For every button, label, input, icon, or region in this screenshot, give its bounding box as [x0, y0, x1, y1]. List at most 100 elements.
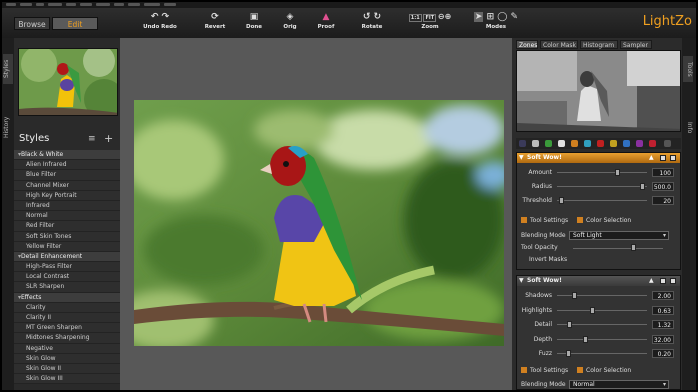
style-list-item[interactable]: Alien Infrared	[14, 160, 120, 171]
slider-knob[interactable]	[558, 197, 564, 204]
zoom-fit-button[interactable]: FIT	[423, 14, 437, 22]
style-list-item[interactable]: Red Filter	[14, 221, 120, 232]
styles-side-tab[interactable]: Styles	[3, 54, 13, 84]
slider-value-field[interactable]: 100	[652, 168, 674, 177]
slider-knob[interactable]	[565, 350, 571, 357]
tool1-invert-masks[interactable]: Invert Masks	[529, 256, 567, 263]
style-list-item[interactable]: Blue Filter	[14, 170, 120, 181]
color-balance-icon[interactable]	[571, 140, 578, 147]
tool1-tab-settings[interactable]: Tool Settings	[521, 217, 568, 224]
tool2-collapse-icon[interactable]: ▼	[519, 276, 524, 286]
zoom-1to1-button[interactable]: 1:1	[408, 14, 422, 22]
tool1-enable-icon[interactable]: ▲	[649, 153, 654, 163]
slider-track[interactable]	[557, 186, 647, 187]
browse-mode-button[interactable]: Browse	[14, 17, 50, 30]
style-list-item[interactable]: Skin Glow	[14, 353, 120, 364]
slider-track[interactable]	[557, 338, 647, 340]
zoom-out-icon[interactable]: ⊖	[438, 12, 445, 21]
style-list-item[interactable]: Skin Glow II	[14, 363, 120, 375]
slider-knob[interactable]	[640, 183, 646, 190]
slider-knob[interactable]	[615, 169, 621, 176]
slider-track[interactable]	[557, 295, 647, 296]
style-list-item[interactable]: Clarity II	[14, 313, 120, 324]
slider-value-field[interactable]: 32.00	[652, 334, 674, 344]
revert-button[interactable]: ⟳ Revert	[200, 12, 230, 30]
slider-value-field[interactable]: 1.32	[652, 320, 674, 329]
style-list-item[interactable]: Infrared	[14, 200, 120, 212]
tab-sampler[interactable]: Sampler	[620, 40, 652, 49]
tool1-header[interactable]: Soft Wow! ▼ ▲	[517, 153, 680, 163]
tool2-mask-checkbox[interactable]	[670, 278, 676, 284]
tool2-tab-color[interactable]: Color Selection	[577, 367, 631, 374]
blur-icon[interactable]	[623, 140, 630, 147]
image-canvas[interactable]	[120, 38, 512, 390]
tool1-opacity-track[interactable]	[573, 248, 663, 249]
tool1-enable-checkbox[interactable]	[660, 155, 666, 161]
style-list-item[interactable]: Channel Mixer	[14, 180, 120, 191]
tone-mapper-icon[interactable]	[532, 140, 539, 147]
zoom-control[interactable]: 1:1 FIT ⊖⊕ Zoom	[404, 12, 456, 30]
slider-value-field[interactable]: 500.0	[652, 182, 674, 191]
style-list-item[interactable]: Yellow Filter	[14, 241, 120, 252]
zone-mapper-icon[interactable]	[519, 140, 526, 147]
red-eye-icon[interactable]	[649, 140, 656, 147]
white-balance-icon[interactable]	[597, 140, 604, 147]
tool1-blending-select[interactable]: Soft Light	[569, 231, 669, 240]
style-list-item[interactable]: SLR Sharpen	[14, 282, 120, 293]
style-list-item[interactable]: MT Green Sharpen	[14, 323, 120, 334]
arrow-mode-icon[interactable]: ➤	[473, 12, 484, 22]
slider-knob[interactable]	[589, 306, 595, 314]
proof-button[interactable]: ▲ Proof	[314, 12, 338, 30]
slider-track[interactable]	[557, 172, 647, 173]
zoom-in-icon[interactable]: ⊕	[445, 12, 452, 21]
tool2-enable-checkbox[interactable]	[660, 278, 666, 284]
tab-zones[interactable]: Zones	[516, 40, 538, 49]
tool2-header[interactable]: Soft Wow! ▼ ▲	[517, 276, 680, 286]
list-view-icon[interactable]: ≡	[88, 134, 96, 144]
tool1-opacity-knob[interactable]	[631, 244, 636, 251]
slider-track[interactable]	[557, 200, 647, 201]
slider-value-field[interactable]: 2.00	[652, 291, 674, 300]
tools-side-tab[interactable]: Tools	[683, 56, 693, 82]
style-list-item[interactable]: Normal	[14, 211, 120, 222]
style-list-item[interactable]: Midtones Sharpening	[14, 333, 120, 344]
style-list-item[interactable]: High-Pass Filter	[14, 262, 120, 273]
channel-mixer-icon[interactable]	[610, 140, 617, 147]
slider-knob[interactable]	[572, 292, 578, 299]
undo-redo-button[interactable]: ↶ ↷ Undo Redo	[142, 12, 178, 30]
add-style-icon[interactable]: +	[104, 132, 113, 145]
noise-icon[interactable]	[636, 140, 643, 147]
info-side-tab[interactable]: Info	[683, 118, 693, 138]
style-category-header[interactable]: Black & White	[14, 150, 120, 161]
hue-saturation-icon[interactable]	[584, 140, 591, 147]
style-list-item[interactable]: High Key Portrait	[14, 190, 120, 201]
crop-mode-icon[interactable]: ⊞	[487, 12, 495, 22]
style-list-item[interactable]: Skin Glow III	[14, 374, 120, 385]
slider-knob[interactable]	[567, 321, 573, 328]
tool2-enable-icon[interactable]: ▲	[649, 276, 654, 286]
edit-mode-button[interactable]: Edit	[52, 17, 98, 30]
slider-knob[interactable]	[582, 335, 588, 343]
style-list-item[interactable]: Clarity	[14, 302, 120, 313]
tab-histogram[interactable]: Histogram	[580, 40, 618, 49]
done-button[interactable]: ▣ Done	[242, 12, 266, 30]
style-category-header[interactable]: Effects	[14, 292, 120, 303]
tool1-collapse-icon[interactable]: ▼	[519, 153, 524, 163]
rotate-button[interactable]: ↺ ↻ Rotate	[358, 12, 386, 30]
history-side-tab[interactable]: History	[3, 112, 13, 142]
tool1-mask-checkbox[interactable]	[670, 155, 676, 161]
style-list-item[interactable]: Local Contrast	[14, 272, 120, 283]
tool1-tab-color[interactable]: Color Selection	[577, 217, 631, 224]
sharpen-icon[interactable]	[558, 140, 565, 147]
orig-button[interactable]: ◈ Orig	[278, 12, 302, 30]
tool2-blending-select[interactable]: Normal	[569, 380, 669, 389]
region-mode-icon[interactable]: ◯	[497, 12, 507, 22]
spot-mode-icon[interactable]: ✎	[511, 12, 519, 22]
slider-value-field[interactable]: 0.63	[652, 305, 674, 315]
style-list-item[interactable]: Negative	[14, 343, 120, 354]
delete-tool-icon[interactable]	[664, 140, 671, 147]
relight-icon[interactable]	[545, 140, 552, 147]
slider-value-field[interactable]: 20	[652, 196, 674, 205]
tab-color-mask[interactable]: Color Mask	[540, 40, 578, 49]
slider-track[interactable]	[557, 309, 647, 311]
